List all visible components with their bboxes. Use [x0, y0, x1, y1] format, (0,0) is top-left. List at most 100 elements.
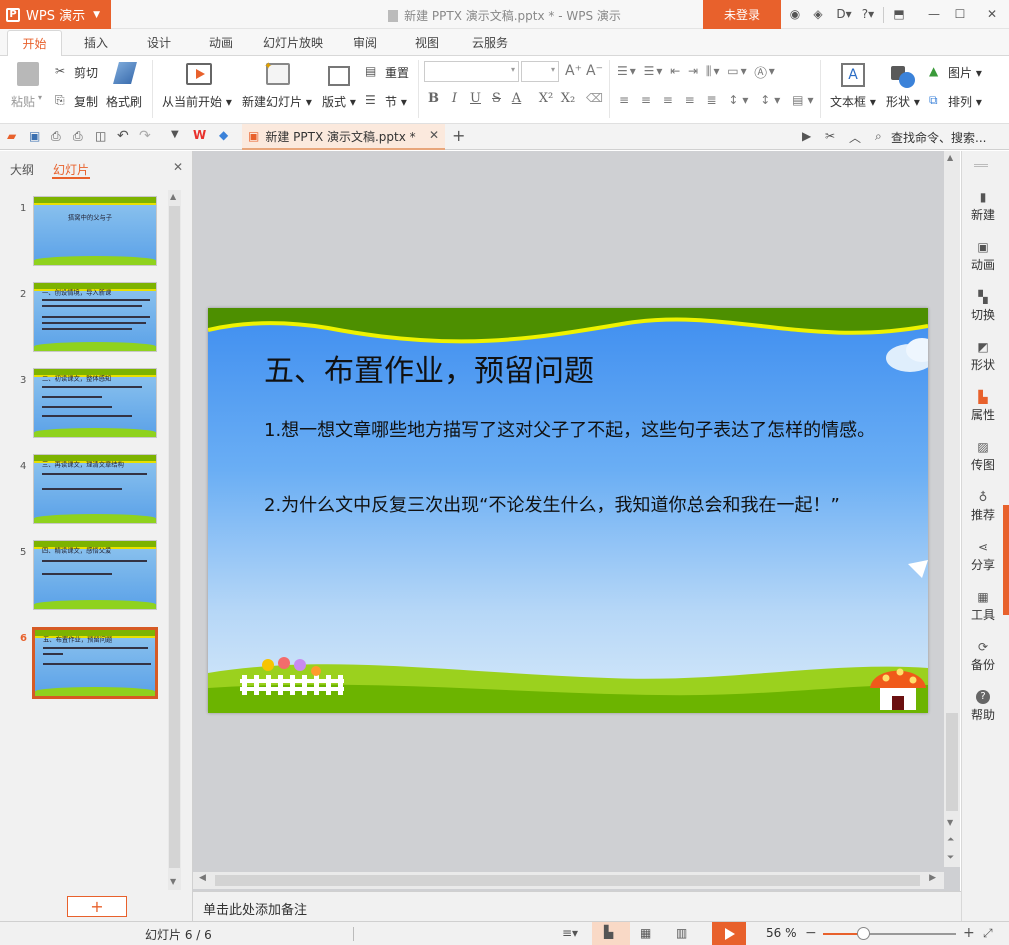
- picture-icon[interactable]: ▲: [929, 64, 938, 78]
- tab-slideshow[interactable]: 幻灯片放映: [258, 30, 328, 57]
- pane-button-backup[interactable]: ⟳ 备份: [962, 640, 1004, 673]
- slide-title[interactable]: 五、布置作业，预留问题: [264, 346, 594, 390]
- zoom-level[interactable]: 56 %: [766, 926, 797, 940]
- tab-outline[interactable]: 大纲: [10, 161, 34, 178]
- picture-button[interactable]: 图片 ▾: [948, 64, 982, 81]
- slide-paragraph-1[interactable]: 1.想一想文章哪些地方描写了这对父子了不起，这些句子表达了怎样的情感。: [264, 420, 879, 442]
- bold-button[interactable]: B: [426, 91, 441, 107]
- slide-thumbnail-3[interactable]: 二、初读课文，整体感知: [33, 368, 157, 438]
- slide-sorter-icon[interactable]: ▦: [640, 926, 651, 940]
- print-preview-icon[interactable]: ◫: [95, 129, 106, 143]
- pane-button-property[interactable]: ▙ 属性: [962, 390, 1004, 423]
- slide-canvas[interactable]: 五、布置作业，预留问题 1.想一想文章哪些地方描写了这对父子了不起，这些句子表达…: [208, 308, 928, 713]
- tab-design[interactable]: 设计: [139, 30, 179, 57]
- pane-button-new[interactable]: ▮ 新建: [962, 190, 1004, 223]
- horizontal-scrollbar[interactable]: ◀ ▶: [193, 872, 944, 889]
- subscript-button[interactable]: X₂: [558, 91, 578, 107]
- cloud-cube-icon[interactable]: ◆: [219, 128, 228, 142]
- tab-animation[interactable]: 动画: [201, 30, 241, 57]
- print-icon[interactable]: ⎙: [73, 129, 83, 144]
- add-slide-button[interactable]: +: [67, 896, 127, 917]
- tab-slides[interactable]: 幻灯片: [53, 161, 89, 178]
- slide-thumbnail-4[interactable]: 三、再读课文，理清文章结构: [33, 454, 157, 524]
- font-color-button[interactable]: A: [509, 91, 524, 107]
- cube-icon[interactable]: ◈: [810, 6, 826, 22]
- pane-button-transition[interactable]: ▚ 切换: [962, 290, 1004, 323]
- arrange-icon[interactable]: ⧉: [929, 93, 938, 108]
- clear-format-icon[interactable]: ⌫: [586, 91, 603, 105]
- tab-view[interactable]: 视图: [407, 30, 447, 57]
- align-icons[interactable]: ≡ ≡ ≡ ≡ ≣ ↕▾ ↕▾ ▤▾: [619, 93, 818, 107]
- notes-area[interactable]: 单击此处添加备注: [193, 891, 961, 921]
- text-box-icon[interactable]: A: [841, 63, 865, 87]
- export-pdf-icon[interactable]: ⎙: [51, 129, 61, 144]
- vertical-scrollbar[interactable]: [944, 151, 960, 867]
- notes-toggle-icon[interactable]: ≡▾: [562, 926, 578, 940]
- scroll-down-icon[interactable]: ▼: [170, 877, 176, 886]
- search-command-input[interactable]: 查找命令、搜索...: [891, 129, 986, 146]
- slide-paragraph-2[interactable]: 2.为什么文中反复三次出现“不论发生什么，我知道你总会和我在一起！”: [264, 495, 879, 517]
- tab-insert[interactable]: 插入: [76, 30, 116, 57]
- help-button[interactable]: ?▾: [859, 6, 877, 22]
- cut-button[interactable]: 剪切: [74, 64, 98, 81]
- copy-button[interactable]: 复制: [74, 93, 98, 110]
- search-icon[interactable]: ⌕: [875, 129, 882, 144]
- reset-icon[interactable]: ▤: [365, 64, 376, 78]
- paste-icon[interactable]: [17, 62, 39, 86]
- minimize-button[interactable]: —: [926, 6, 942, 22]
- previous-slide-icon[interactable]: ⏶: [947, 835, 954, 845]
- close-panel-icon[interactable]: ✕: [173, 160, 183, 174]
- scroll-left-icon[interactable]: ◀: [199, 873, 206, 883]
- redo-icon[interactable]: ↷: [139, 128, 151, 144]
- list-format-icons[interactable]: ☰▾ ☰▾ ⇤ ⇥ ⫼▾ ▭▾ Ⓐ▾: [617, 64, 777, 79]
- superscript-button[interactable]: X²: [536, 91, 556, 107]
- copy-icon[interactable]: ⎘: [55, 93, 65, 108]
- open-folder-icon[interactable]: ▰: [7, 129, 16, 143]
- pane-button-upload-image[interactable]: ▨ 传图: [962, 440, 1004, 473]
- slide-thumbnail-2[interactable]: 一、创设情境，导入新课: [33, 282, 157, 352]
- section-icon[interactable]: ☰: [365, 93, 376, 107]
- format-painter-button[interactable]: 格式刷: [106, 93, 142, 110]
- new-slide-icon[interactable]: ✦: [264, 61, 290, 85]
- undo-icon[interactable]: ↶: [117, 128, 129, 144]
- tab-home[interactable]: 开始: [7, 30, 62, 57]
- close-button[interactable]: ✕: [984, 6, 1000, 22]
- pane-button-tools[interactable]: ▦ 工具: [962, 590, 1004, 623]
- pane-button-recommend[interactable]: ♁ 推荐: [962, 490, 1004, 523]
- layout-button[interactable]: 版式 ▾: [322, 93, 356, 110]
- new-tab-icon[interactable]: +: [452, 126, 465, 145]
- scissors-icon[interactable]: ✂: [55, 64, 65, 78]
- shape-button[interactable]: 形状 ▾: [886, 93, 920, 110]
- document-tab[interactable]: ▣ 新建 PPTX 演示文稿.pptx * ✕: [242, 124, 445, 150]
- next-slide-icon[interactable]: ⏷: [947, 853, 954, 863]
- zoom-slider[interactable]: [823, 927, 956, 940]
- collapse-icon[interactable]: ︿: [849, 129, 861, 146]
- strikethrough-button[interactable]: S: [489, 91, 504, 107]
- reset-button[interactable]: 重置: [385, 64, 409, 81]
- shrink-font-icon[interactable]: A⁻: [586, 63, 603, 79]
- thumbnail-scrollbar[interactable]: [168, 190, 181, 890]
- slideshow-icon[interactable]: ▶: [802, 129, 811, 143]
- scroll-right-icon[interactable]: ▶: [929, 873, 936, 883]
- customize-dropdown-icon[interactable]: ▼: [171, 129, 179, 140]
- scroll-up-icon[interactable]: ▲: [170, 192, 176, 201]
- maximize-button[interactable]: ☐: [952, 6, 968, 22]
- font-size-select[interactable]: ▾: [521, 61, 559, 82]
- play-slideshow-button[interactable]: [712, 922, 746, 945]
- paste-button[interactable]: 粘贴: [11, 93, 35, 110]
- play-from-current-icon[interactable]: [186, 63, 212, 85]
- play-from-current-button[interactable]: 从当前开始 ▾: [162, 93, 232, 110]
- arrange-button[interactable]: 排列 ▾: [948, 93, 982, 110]
- text-box-button[interactable]: 文本框 ▾: [830, 93, 876, 110]
- tools-icon[interactable]: ✂: [825, 129, 835, 143]
- save-icon[interactable]: ▣: [29, 129, 40, 143]
- zoom-in-icon[interactable]: +: [963, 925, 975, 941]
- paste-dropdown-icon[interactable]: ▾: [38, 93, 42, 102]
- underline-button[interactable]: U: [468, 91, 483, 107]
- zoom-slider-handle[interactable]: [856, 927, 870, 940]
- normal-view-button[interactable]: ▙: [592, 922, 630, 945]
- scroll-up-icon[interactable]: ▲: [947, 153, 953, 162]
- app-menu-button[interactable]: P WPS 演示 ▼: [0, 0, 111, 29]
- tab-cloud[interactable]: 云服务: [465, 30, 515, 57]
- font-family-select[interactable]: ▾: [424, 61, 519, 82]
